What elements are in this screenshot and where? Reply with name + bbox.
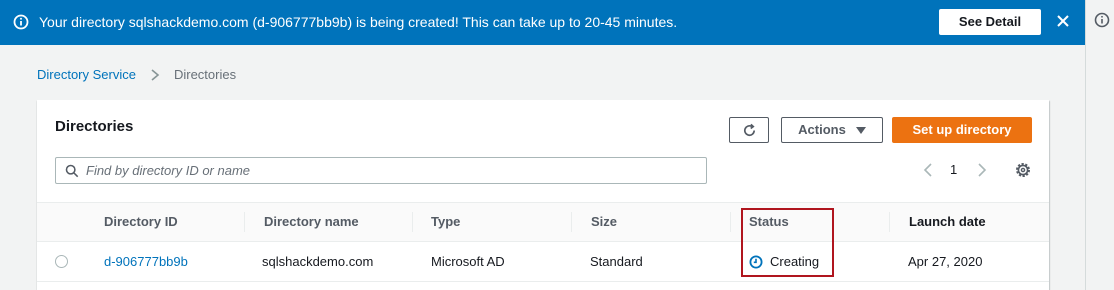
column-divider: [889, 212, 890, 232]
breadcrumb: Directory Service Directories: [37, 67, 236, 83]
info-icon: [13, 14, 29, 30]
table-header: Directory ID Directory name Type Size St…: [37, 202, 1049, 242]
actions-label: Actions: [798, 122, 846, 137]
next-page-icon[interactable]: [975, 162, 989, 178]
actions-dropdown[interactable]: Actions: [781, 117, 883, 143]
see-detail-button[interactable]: See Detail: [939, 9, 1041, 35]
tools-info-icon[interactable]: [1094, 12, 1110, 28]
flash-message: Your directory sqlshackdemo.com (d-90677…: [39, 14, 678, 30]
column-label: Directory ID: [104, 214, 178, 229]
chevron-right-icon: [151, 69, 160, 81]
breadcrumb-current: Directories: [173, 67, 237, 82]
directory-name-cell: sqlshackdemo.com: [262, 254, 374, 269]
breadcrumb-directory-service[interactable]: Directory Service: [37, 67, 136, 83]
page-title: Directories: [55, 118, 134, 135]
table-row[interactable]: d-906777bb9b sqlshackdemo.com Microsoft …: [37, 242, 1049, 282]
column-label: Size: [591, 214, 618, 229]
refresh-button[interactable]: [729, 117, 769, 143]
column-type[interactable]: Type: [431, 203, 460, 241]
column-divider: [730, 212, 731, 232]
refresh-icon: [744, 123, 756, 137]
column-launch-date[interactable]: Launch date: [909, 203, 986, 241]
column-label: Launch date: [909, 214, 986, 229]
row-select-radio[interactable]: [55, 255, 68, 268]
page-number[interactable]: 1: [950, 162, 957, 178]
type-cell: Microsoft AD: [431, 254, 505, 269]
column-label: Directory name: [264, 214, 359, 229]
directories-panel: Directories Actions Set up directory 1 D…: [37, 100, 1049, 290]
search-input[interactable]: [86, 161, 686, 180]
launch-date-cell: Apr 27, 2020: [908, 254, 983, 269]
status-cell: Creating: [770, 254, 820, 269]
column-divider: [571, 212, 572, 232]
column-divider: [244, 212, 245, 232]
search-box[interactable]: [55, 157, 707, 184]
search-icon: [65, 164, 79, 178]
column-directory-name[interactable]: Directory name: [264, 203, 359, 241]
clock-icon: [749, 255, 763, 269]
directory-id-link[interactable]: d-906777bb9b: [104, 242, 188, 282]
caret-down-icon: [855, 127, 866, 134]
tools-panel-divider: [1085, 0, 1086, 290]
set-up-directory-button[interactable]: Set up directory: [892, 117, 1032, 143]
column-status[interactable]: Status: [749, 203, 789, 241]
column-directory-id[interactable]: Directory ID: [104, 203, 178, 241]
column-label: Type: [431, 214, 461, 229]
gear-icon[interactable]: [1014, 161, 1032, 179]
previous-page-icon[interactable]: [921, 162, 935, 178]
close-icon[interactable]: [1055, 13, 1071, 29]
column-label: Status: [749, 214, 789, 229]
size-cell: Standard: [590, 254, 643, 269]
column-size[interactable]: Size: [591, 203, 617, 241]
column-divider: [412, 212, 413, 232]
flash-banner: Your directory sqlshackdemo.com (d-90677…: [0, 0, 1085, 45]
